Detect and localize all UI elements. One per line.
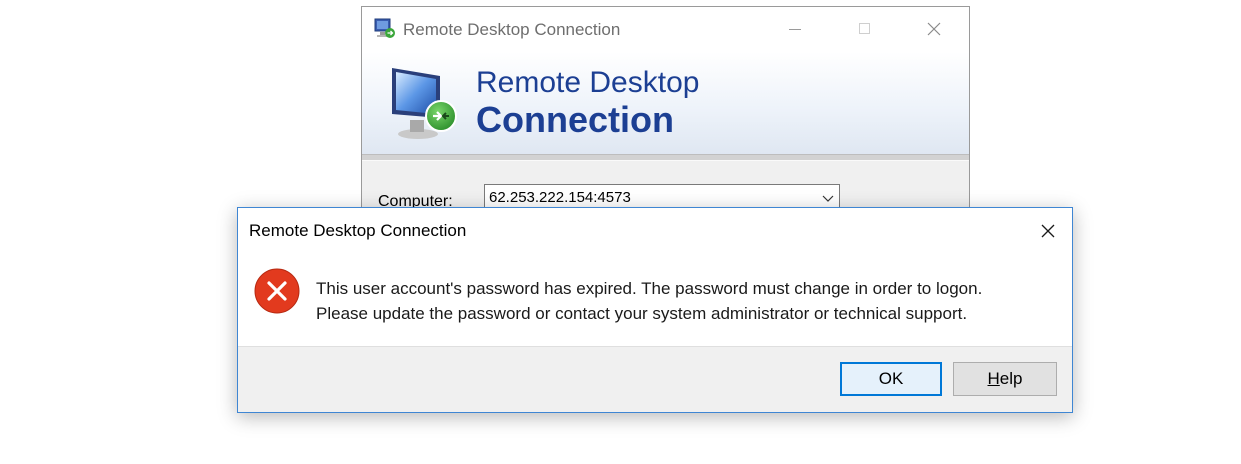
ok-button[interactable]: OK xyxy=(840,362,942,396)
remote-desktop-app-icon xyxy=(374,18,395,38)
close-icon xyxy=(1041,224,1055,238)
dialog-button-bar: OK Help xyxy=(238,346,1072,412)
banner-title-line1: Remote Desktop xyxy=(476,66,700,99)
help-label-rest: elp xyxy=(999,369,1023,388)
close-icon xyxy=(927,22,941,36)
rdc-titlebar[interactable]: Remote Desktop Connection xyxy=(362,7,969,52)
maximize-button[interactable] xyxy=(842,13,888,45)
rdc-window-title: Remote Desktop Connection xyxy=(403,20,621,39)
banner-title-line2: Connection xyxy=(476,99,674,140)
remote-desktop-monitor-icon xyxy=(392,68,457,139)
dialog-title: Remote Desktop Connection xyxy=(249,221,467,240)
error-message-line2: Please update the password or contact yo… xyxy=(316,304,968,323)
banner-separator xyxy=(362,154,969,161)
rdc-main-window: Remote Desktop Connection Remote Desktop… xyxy=(361,6,970,236)
rdc-banner: Remote Desktop Connection xyxy=(362,52,969,154)
computer-value[interactable]: 62.253.222.154:4573 xyxy=(489,189,631,206)
help-button[interactable]: Help xyxy=(953,362,1057,396)
rdc-close-button[interactable] xyxy=(911,13,957,45)
minimize-button[interactable] xyxy=(772,13,818,45)
chevron-down-icon[interactable] xyxy=(821,191,835,205)
dialog-close-button[interactable] xyxy=(1026,212,1070,248)
error-dialog: Remote Desktop Connection This user acco… xyxy=(237,207,1073,413)
help-accelerator-key: H xyxy=(987,369,1000,388)
error-message-line1: This user account's password has expired… xyxy=(316,279,983,298)
error-icon xyxy=(254,268,300,314)
